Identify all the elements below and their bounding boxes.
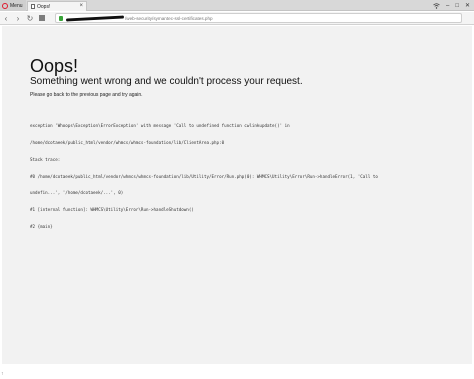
- back-button[interactable]: ‹: [0, 12, 12, 24]
- trace-line: #0 /home/dcotaeek/public_html/vendor/whm…: [30, 173, 378, 179]
- error-subtitle: Something went wrong and we couldn't pro…: [30, 76, 303, 87]
- redacted-domain: [65, 14, 125, 22]
- menu-label: Menu: [10, 2, 23, 9]
- browser-titlebar: Menu Oops! × – □ ✕: [0, 0, 474, 11]
- tab-title: Oops!: [37, 3, 51, 10]
- lock-icon: [59, 15, 63, 21]
- go-back-instruction: Please go back to the previous page and …: [30, 92, 143, 98]
- trace-line: Stack trace:: [30, 156, 61, 162]
- trace-line: undefin...', '/home/dcotaeek/...', 0): [30, 190, 124, 196]
- minimize-button[interactable]: –: [446, 3, 449, 9]
- window-controls: – □ ✕: [433, 0, 474, 11]
- opera-logo-icon: [2, 2, 8, 9]
- speed-dial-grid-icon[interactable]: [39, 15, 45, 21]
- page-title: Oops!: [30, 56, 79, 76]
- stack-trace: exception 'Whoops\Exception\ErrorExcepti…: [30, 112, 450, 241]
- trace-line: /home/dcotaeek/public_html/vendor/whmcs/…: [30, 139, 225, 145]
- document-icon: [31, 4, 35, 9]
- close-button[interactable]: ✕: [465, 2, 470, 9]
- address-toolbar: ‹ › ↻ /web-security/symantec-ssl-certifi…: [0, 12, 474, 25]
- wifi-icon: [433, 2, 440, 9]
- trace-line: exception 'Whoops\Exception\ErrorExcepti…: [30, 123, 290, 129]
- address-bar[interactable]: /web-security/symantec-ssl-certificates.…: [55, 13, 462, 23]
- tab-oops[interactable]: Oops! ×: [27, 1, 87, 11]
- opera-menu-button[interactable]: Menu: [0, 0, 26, 11]
- maximize-button[interactable]: □: [455, 3, 459, 9]
- trace-line: #2 {main}: [30, 223, 53, 229]
- tab-close-icon[interactable]: ×: [79, 3, 83, 9]
- url-path: /web-security/symantec-ssl-certificates.…: [125, 15, 213, 21]
- reload-button[interactable]: ↻: [24, 12, 36, 24]
- scroll-arrow-icon[interactable]: ↑: [1, 371, 4, 377]
- trace-line: #1 [internal function]: WHMCS\Utility\Er…: [30, 207, 194, 213]
- forward-button[interactable]: ›: [12, 12, 24, 24]
- error-page: Oops! Something went wrong and we couldn…: [2, 26, 472, 364]
